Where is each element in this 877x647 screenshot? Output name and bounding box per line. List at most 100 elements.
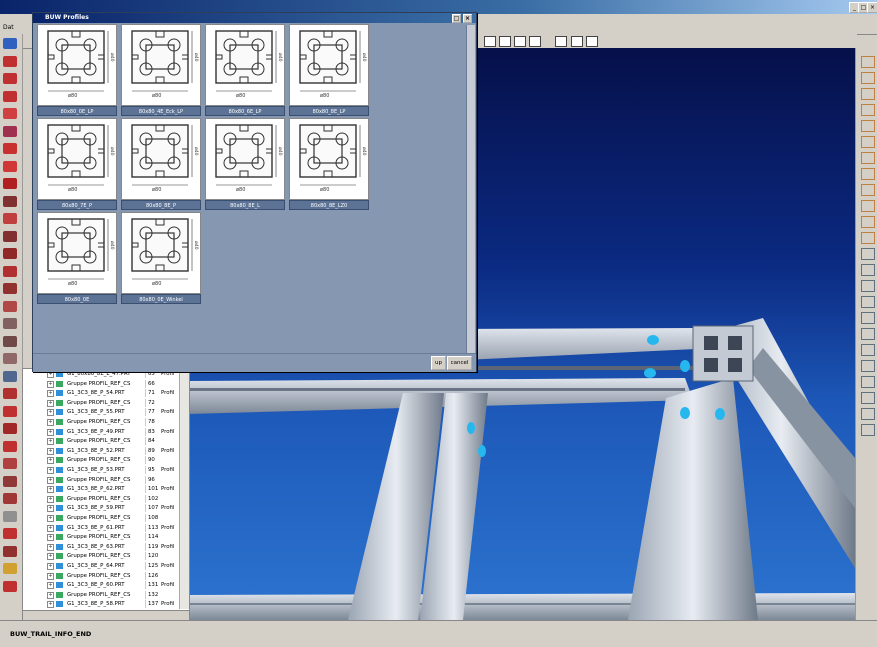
dialog-close-icon[interactable]: × [463, 14, 472, 23]
tree-row[interactable]: + G1_3C3_8E_P_59.PRT 107 Profil [23, 504, 189, 513]
expand-icon[interactable]: + [47, 505, 54, 513]
tool-icon[interactable] [3, 493, 17, 504]
tree-row[interactable]: + Gruppe PROFIL_REF_CS 72 [23, 398, 189, 407]
sketch-tool-icon[interactable] [861, 168, 875, 180]
sketch-tool-icon[interactable] [861, 408, 875, 420]
tree-row[interactable]: + Gruppe PROFIL_REF_CS 108 [23, 514, 189, 522]
expand-icon[interactable]: + [47, 428, 54, 436]
sketch-tool-icon[interactable] [861, 296, 875, 308]
tree-row[interactable]: + G1_3C3_8E_P_63.PRT 119 Profil [23, 542, 189, 551]
profile-drawing[interactable]: ø80 ø40 [121, 118, 201, 200]
tree-row[interactable]: + G1_3C3_8E_P_53.PRT 95 Profil [23, 466, 189, 474]
tree-row[interactable]: + Gruppe PROFIL_REF_CS 126 [23, 571, 189, 580]
sketch-tool-icon[interactable] [861, 344, 875, 356]
tree-row[interactable]: + Gruppe PROFIL_REF_CS 96 [23, 475, 189, 484]
expand-icon[interactable]: + [47, 524, 54, 532]
expand-icon[interactable]: + [47, 486, 54, 494]
expand-icon[interactable]: + [47, 457, 54, 465]
tree-row[interactable]: + G1_3C3_8E_P_60.PRT 131 Profil [23, 581, 189, 590]
expand-icon[interactable]: + [47, 399, 54, 407]
tool-icon[interactable] [3, 423, 17, 434]
expand-icon[interactable]: + [47, 572, 54, 580]
sketch-tool-icon[interactable] [861, 376, 875, 388]
close-view-icon[interactable] [555, 36, 567, 47]
tool-icon[interactable] [3, 283, 17, 294]
sketch-tool-icon[interactable] [861, 200, 875, 212]
tree-row[interactable]: + Gruppe PROFIL_REF_CS 90 [23, 456, 189, 465]
window-icon[interactable] [571, 36, 583, 47]
profile-card[interactable]: ø80 ø40 80x80_0E_Winkel [121, 212, 201, 304]
view-front-icon[interactable] [484, 36, 496, 47]
profile-label[interactable]: 80x80_6E_LP [205, 106, 285, 116]
tool-icon[interactable] [3, 178, 17, 189]
profile-label[interactable]: 80x80_0E_Winkel [121, 294, 201, 304]
expand-icon[interactable]: + [47, 419, 54, 426]
tree-row[interactable]: + Gruppe PROFIL_REF_CS 132 [23, 590, 189, 599]
tool-icon[interactable] [3, 318, 17, 329]
expand-icon[interactable]: + [47, 371, 54, 378]
profile-label[interactable]: 80x80_4E_Eck_LP [121, 106, 201, 116]
sketch-tool-icon[interactable] [861, 280, 875, 292]
expand-icon[interactable]: + [47, 601, 54, 609]
sketch-tool-icon[interactable] [861, 216, 875, 228]
tool-icon[interactable] [3, 73, 17, 84]
expand-icon[interactable]: + [47, 553, 54, 561]
menu-item-file[interactable]: Dat [3, 24, 14, 31]
profile-drawing[interactable]: ø80 ø40 [289, 118, 369, 200]
tool-icon[interactable] [3, 55, 17, 67]
tree-row[interactable]: + Gruppe PROFIL_REF_CS 114 [23, 533, 189, 542]
profile-label[interactable]: 80x80_0E_LP [37, 106, 117, 116]
expand-icon[interactable]: + [47, 476, 54, 484]
tree-row[interactable]: + G1_3C3_8E_P_61.PRT 113 Profil [23, 523, 189, 532]
sketch-tool-icon[interactable] [861, 312, 875, 324]
expand-icon[interactable]: + [47, 515, 54, 522]
tree-row[interactable]: + G1_3C3_8E_P_52.PRT 89 Profil [23, 446, 189, 455]
tool-icon[interactable] [3, 370, 17, 382]
tool-icon[interactable] [3, 545, 17, 557]
tool-icon[interactable] [3, 230, 17, 242]
tool-icon[interactable] [3, 510, 17, 522]
tool-icon[interactable] [3, 38, 17, 49]
tree-row[interactable]: + G1_3C3_8E_P_55.PRT 77 Profil [23, 408, 189, 417]
view-iso-icon[interactable] [529, 36, 541, 47]
tool-icon[interactable] [3, 108, 17, 119]
sketch-tool-icon[interactable] [861, 104, 875, 116]
tool-icon[interactable] [3, 125, 17, 137]
profile-label[interactable]: 80x80_8E_LP [289, 106, 369, 116]
tree-row[interactable]: + Gruppe PROFIL_REF_CS 102 [23, 494, 189, 503]
sketch-tool-icon[interactable] [861, 392, 875, 404]
tool-icon[interactable] [3, 388, 17, 399]
sketch-tool-icon[interactable] [861, 328, 875, 340]
sketch-tool-icon[interactable] [861, 72, 875, 84]
sketch-tool-icon[interactable] [861, 152, 875, 164]
tool-icon[interactable] [3, 440, 17, 452]
tree-row[interactable]: + Gruppe PROFIL_REF_CS 120 [23, 552, 189, 561]
profile-label[interactable]: 80x80_0E [37, 294, 117, 304]
close-icon[interactable]: × [867, 2, 877, 13]
profile-label[interactable]: 80x80_8E_L [205, 200, 285, 210]
profile-drawing[interactable]: ø80 ø40 [205, 24, 285, 106]
expand-icon[interactable]: + [47, 447, 54, 455]
sketch-tool-icon[interactable] [861, 264, 875, 276]
expand-icon[interactable]: + [47, 543, 54, 551]
expand-icon[interactable]: + [47, 591, 54, 599]
tree-vertical-scrollbar[interactable] [179, 369, 189, 609]
tree-row[interactable]: + G1_3C3_8E_P_49.PRT 83 Profil [23, 427, 189, 436]
profile-label[interactable]: 80x80_7E_P [37, 200, 117, 210]
profile-card[interactable]: ø80 ø40 80x80_8E_P [121, 118, 201, 210]
profile-card[interactable]: ø80 ø40 80x80_8E_L [205, 118, 285, 210]
expand-icon[interactable]: + [47, 534, 54, 542]
profile-label[interactable]: 80x80_8E_LZ0 [289, 200, 369, 210]
tool-icon[interactable] [3, 458, 17, 469]
expand-icon[interactable]: + [47, 563, 54, 570]
profile-drawing[interactable]: ø80 ø40 [289, 24, 369, 106]
tool-icon[interactable] [3, 580, 17, 592]
profile-card[interactable]: ø80 ø40 80x80_4E_Eck_LP [121, 24, 201, 116]
profile-drawing[interactable]: ø80 ø40 [37, 24, 117, 106]
tool-icon[interactable] [3, 90, 17, 102]
profile-card[interactable]: ø80 ø40 80x80_6E_LP [205, 24, 285, 116]
sketch-tool-icon[interactable] [861, 424, 875, 436]
profile-drawing[interactable]: ø80 ø40 [121, 212, 201, 294]
expand-icon[interactable]: + [47, 380, 54, 388]
tool-icon[interactable] [3, 353, 17, 364]
